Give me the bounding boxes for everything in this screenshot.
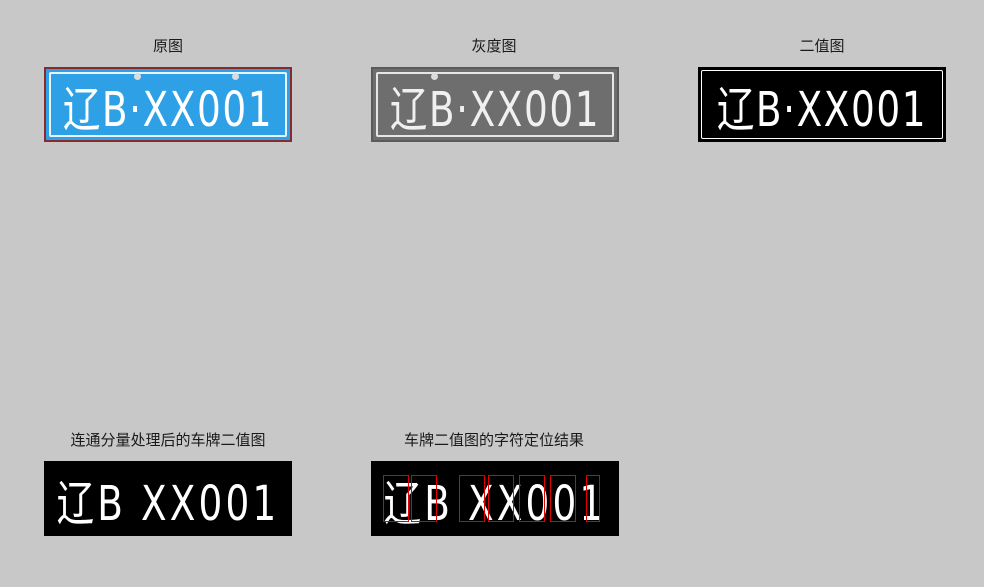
plate-connected-components-image: 辽B XX001 (44, 461, 292, 536)
panel-title-character-localization: 车牌二值图的字符定位结果 (403, 431, 585, 449)
panel-title-connected-components: 连通分量处理后的车牌二值图 (70, 431, 266, 449)
char-bbox (488, 475, 514, 522)
char-bbox (459, 475, 485, 522)
plate-number: 辽B XX001 (56, 475, 280, 532)
plate-character-localization-image: 辽B XX001 (371, 461, 619, 536)
plate-number: 辽B·XX001 (716, 81, 928, 138)
plate-original-image: 辽B·XX001 (44, 67, 292, 142)
plate-number: 辽B·XX001 (62, 81, 274, 138)
char-bbox (383, 475, 409, 522)
panel-title-binary: 二值图 (799, 37, 845, 55)
char-bbox (411, 475, 437, 522)
char-bbox (519, 475, 545, 522)
plate-number: 辽B·XX001 (389, 81, 601, 138)
plate-binary-image: 辽B·XX001 (698, 67, 946, 142)
panel-title-original: 原图 (152, 37, 184, 55)
char-bbox (550, 475, 576, 522)
panel-title-grayscale: 灰度图 (471, 37, 517, 55)
char-bbox (586, 475, 600, 522)
plate-grayscale-image: 辽B·XX001 (371, 67, 619, 142)
